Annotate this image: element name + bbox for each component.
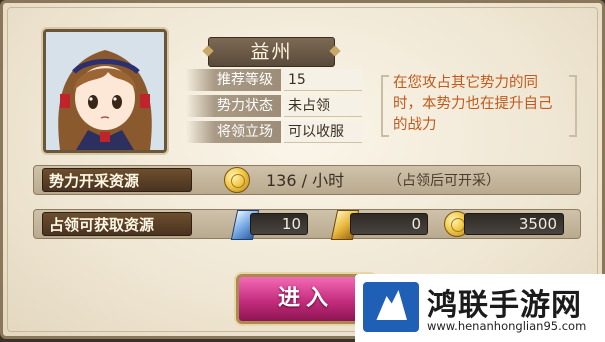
watermark-url: www.henanhonglian95.com: [427, 319, 587, 333]
info-label: 势力状态: [186, 95, 281, 117]
info-label: 推荐等级: [186, 69, 281, 91]
info-value: 15: [284, 69, 362, 91]
territory-panel: 益州 推荐等级 15 势力状态 未占领 将领立场 可以收服 在您攻占其它势力的同…: [0, 0, 605, 342]
production-row: 势力开采资源 136 / 小时 （占领后可开采）: [33, 165, 581, 195]
reward-value: 3500: [464, 213, 564, 235]
production-note: （占领后可开采）: [388, 173, 500, 189]
site-logo-icon: [363, 282, 419, 332]
reward-value: 0: [350, 213, 428, 235]
gold-coin-icon: [224, 167, 250, 193]
territory-note: 在您攻占其它势力的同时，本势力也在提升自己的战力: [381, 69, 577, 143]
info-value: 可以收服: [284, 121, 362, 143]
reward-value: 10: [250, 213, 308, 235]
site-watermark: 鸿联手游网 www.henanhonglian95.com: [355, 274, 605, 342]
info-value: 未占领: [284, 95, 362, 117]
rewards-row: 占领可获取资源 10 0 3500: [33, 209, 581, 240]
rewards-label: 占领可获取资源: [42, 212, 192, 236]
general-portrait: [43, 29, 167, 153]
watermark-title: 鸿联手游网: [427, 288, 582, 323]
info-label: 将领立场: [186, 121, 281, 143]
production-rate: 136 / 小时: [266, 171, 345, 190]
production-label: 势力开采资源: [42, 168, 192, 192]
territory-name: 益州: [208, 37, 335, 67]
